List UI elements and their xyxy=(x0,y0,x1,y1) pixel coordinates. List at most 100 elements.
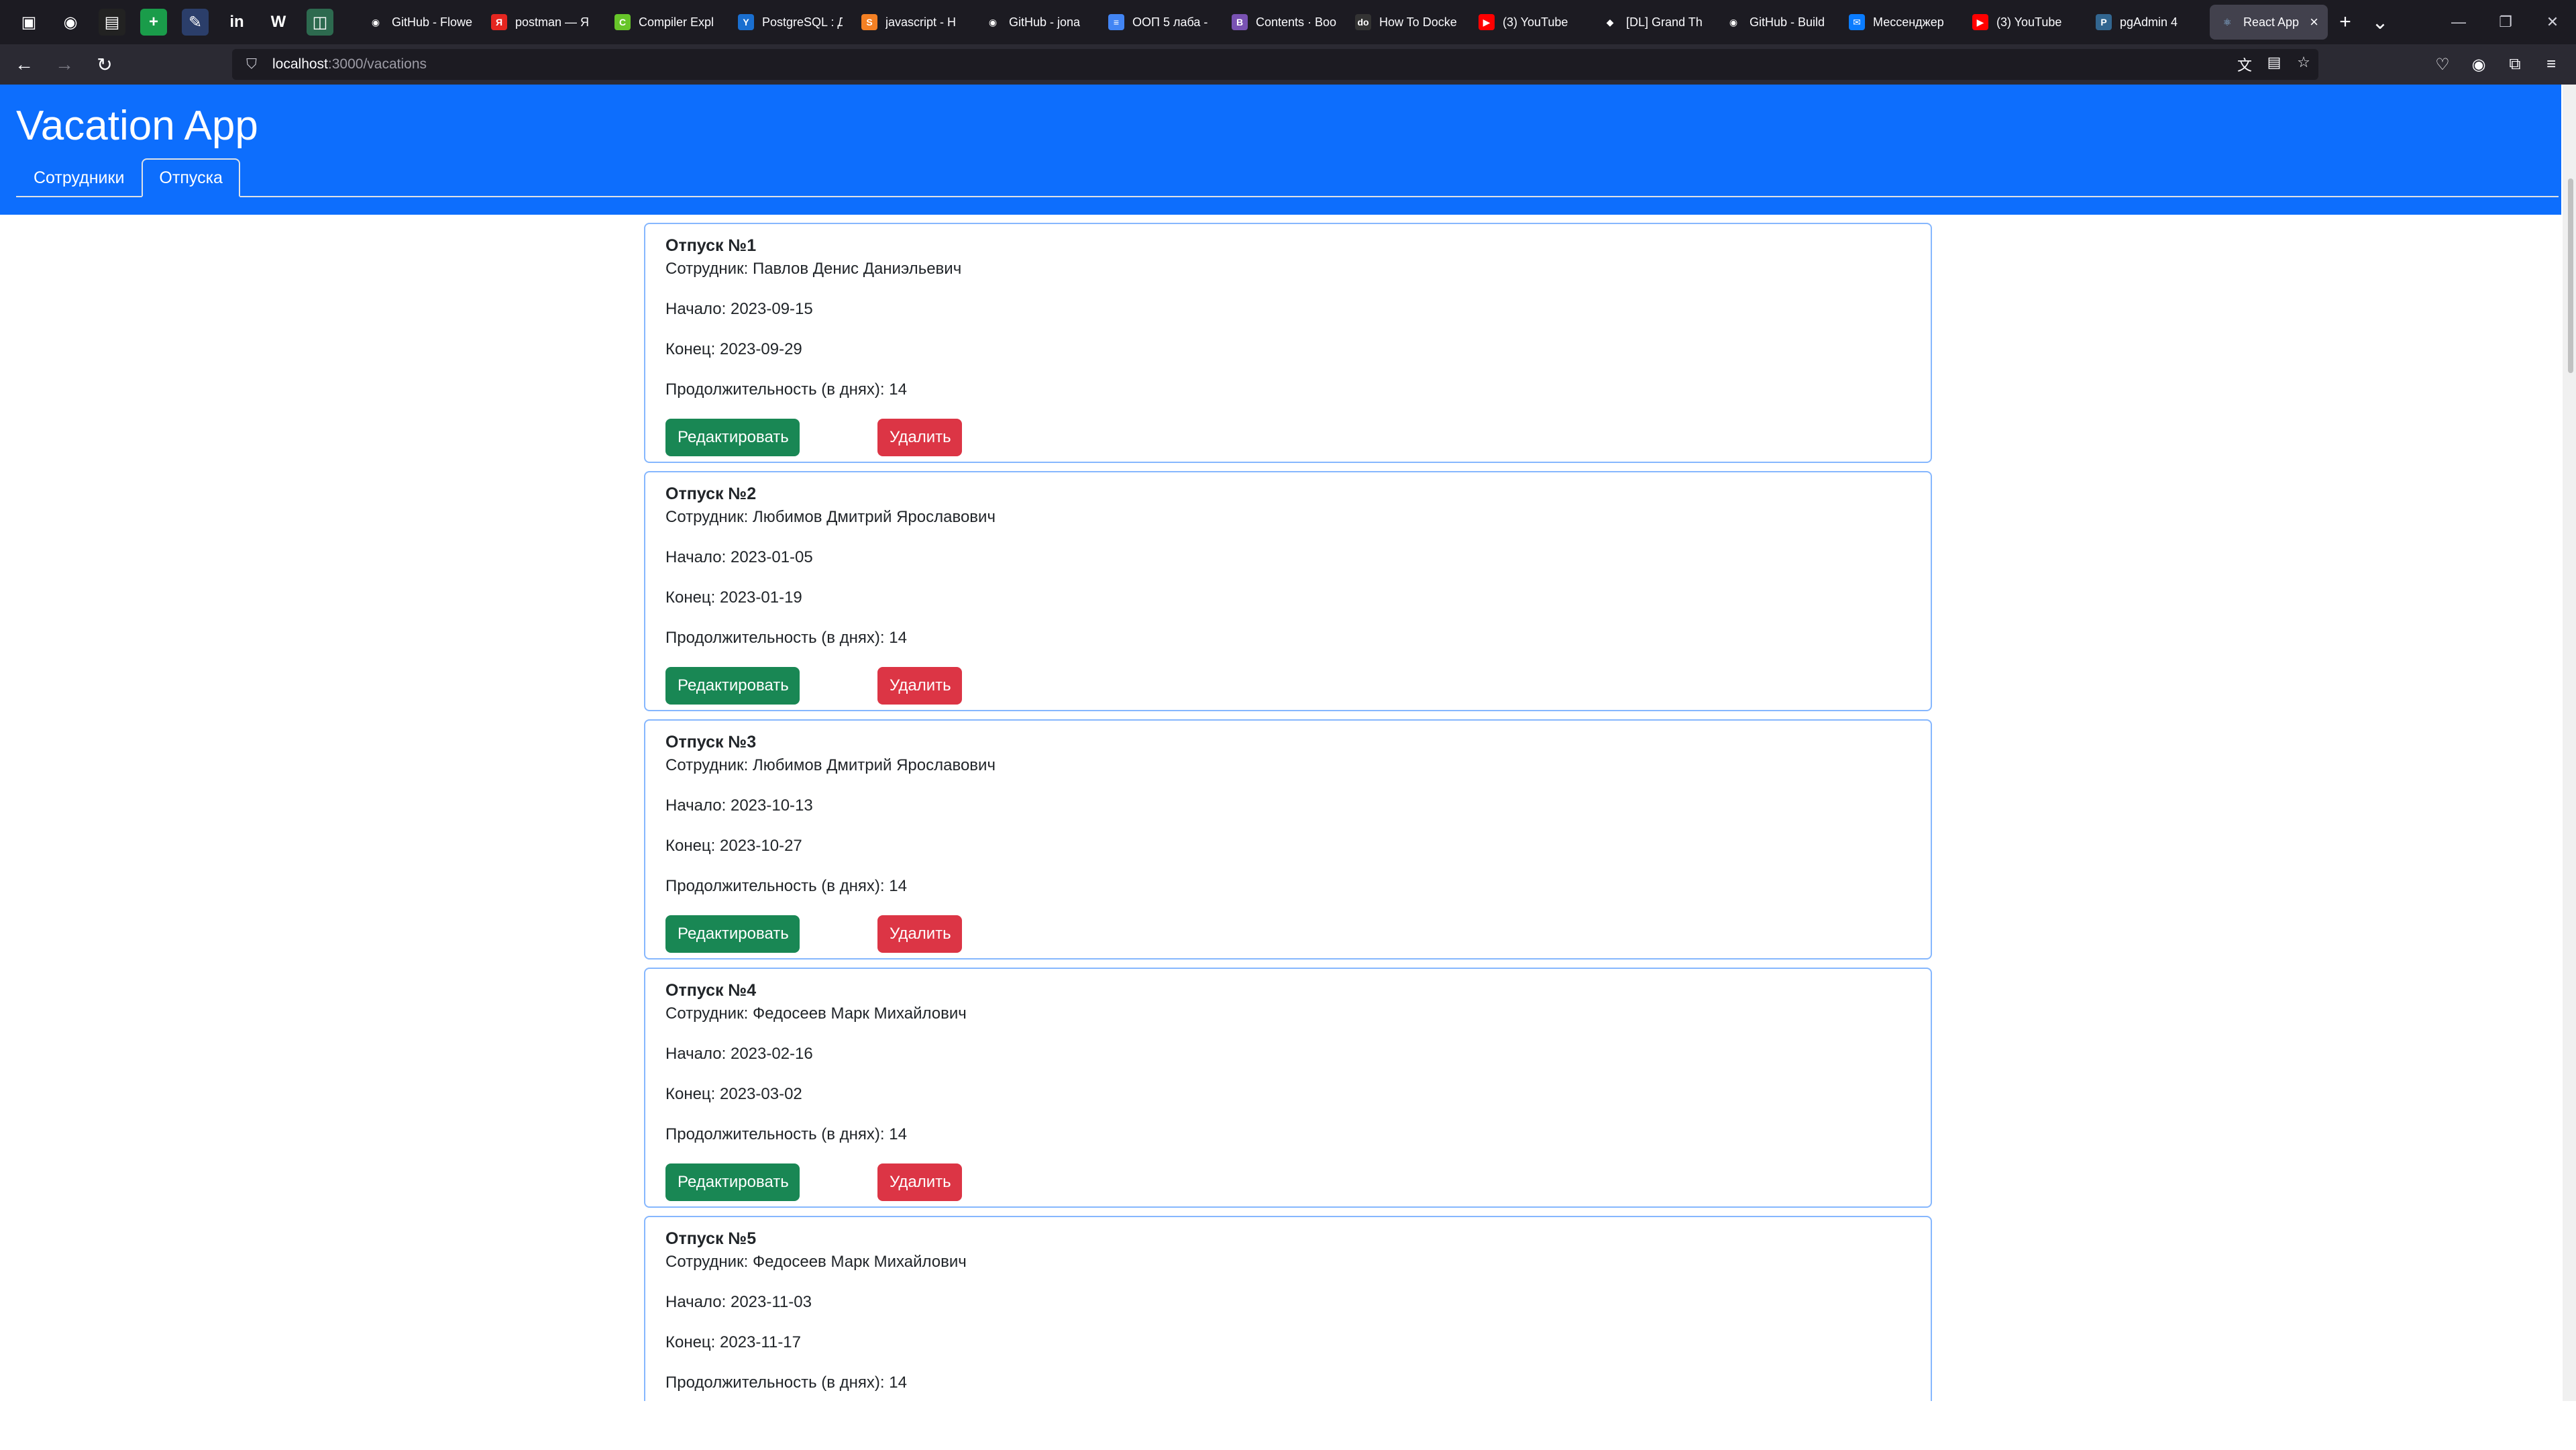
vacation-start: Начало: 2023-02-16 xyxy=(665,1045,813,1063)
chart-icon[interactable]: ◫ xyxy=(307,9,333,36)
github-icon[interactable]: ◉ xyxy=(57,9,84,36)
page-viewport: Vacation App Сотрудники Отпуска Отпуск №1… xyxy=(0,85,2576,1401)
edit-button[interactable]: Редактировать xyxy=(665,667,800,705)
delete-button[interactable]: Удалить xyxy=(877,915,962,953)
pinned-tabs: ▣ ◉ ▤ + ✎ in W ◫ xyxy=(0,0,341,44)
address-bar[interactable]: ⛉ ▯ localhost:3000/vacations 文 ▤ ☆ xyxy=(232,49,2318,1450)
pgadmin-icon: P xyxy=(2096,14,2112,30)
restore-button[interactable]: ❐ xyxy=(2482,0,2529,44)
react-icon: ⚛ xyxy=(2222,16,2232,28)
back-button[interactable]: ← xyxy=(4,44,44,85)
vacation-title: Отпуск №5 xyxy=(665,1229,757,1248)
docs-icon: ≡ xyxy=(1108,14,1124,30)
tab-title: React App xyxy=(2243,15,2300,29)
app-title: Vacation App xyxy=(16,103,258,149)
browser-tab[interactable]: do How To Docke xyxy=(1346,5,1469,40)
tab-title: [DL] Grand Th xyxy=(1626,15,1703,29)
edit-button[interactable]: Редактировать xyxy=(665,1163,800,1201)
browser-tab[interactable]: Y PostgreSQL : Д xyxy=(729,5,852,40)
tab-title: pgAdmin 4 xyxy=(2120,15,2178,29)
delete-button[interactable]: Удалить xyxy=(877,1163,962,1201)
browser-tab[interactable]: ≡ ООП 5 лаба - xyxy=(1099,5,1222,40)
pocket-icon[interactable]: ♡ xyxy=(2424,55,2461,74)
browser-tab-active[interactable]: ⚛ React App × xyxy=(2210,5,2328,40)
bookmark-star-icon[interactable]: ☆ xyxy=(2289,54,2318,75)
browser-tab[interactable]: C Compiler Expl xyxy=(605,5,729,40)
delete-button[interactable]: Удалить xyxy=(877,419,962,456)
vacation-end: Конец: 2023-03-02 xyxy=(665,1085,802,1103)
messenger-icon: ✉ xyxy=(1849,14,1865,30)
nav-tab-employees[interactable]: Сотрудники xyxy=(16,158,142,197)
vacation-employee: Сотрудник: Федосеев Марк Михайлович xyxy=(665,1253,967,1271)
new-tab-button[interactable]: + xyxy=(2328,5,2363,40)
translate-icon[interactable]: 文 xyxy=(2230,54,2259,75)
tab-title: postman — Я xyxy=(515,15,590,29)
vacation-employee: Сотрудник: Павлов Денис Даниэльевич xyxy=(665,260,962,278)
tab-manager-icon[interactable]: ▣ xyxy=(15,9,42,36)
nav-tab-vacations[interactable]: Отпуска xyxy=(142,158,240,197)
vacation-card: Отпуск №5 Сотрудник: Федосеев Марк Михайл… xyxy=(644,1216,1932,1401)
vacation-card: Отпуск №2 Сотрудник: Любимов Дмитрий Ярос… xyxy=(644,471,1932,711)
tab-title: GitHub - jona xyxy=(1009,15,1081,29)
browser-tab[interactable]: Sjavascript - Н xyxy=(852,5,975,40)
menu-icon[interactable]: ≡ xyxy=(2533,55,2569,74)
scrollbar-thumb[interactable] xyxy=(2568,178,2573,373)
close-tab-icon[interactable]: × xyxy=(2310,13,2318,31)
stackoverflow-icon: S xyxy=(861,14,877,30)
forward-button[interactable]: → xyxy=(44,44,85,85)
browser-tab[interactable]: B Contents · Boo xyxy=(1222,5,1346,40)
edit-button[interactable]: Редактировать xyxy=(665,915,800,953)
browser-tab[interactable]: ◉ GitHub - jona xyxy=(975,5,1099,40)
vacation-employee: Сотрудник: Любимов Дмитрий Ярославович xyxy=(665,756,996,774)
vacation-start: Начало: 2023-01-05 xyxy=(665,548,813,566)
minimize-button[interactable]: — xyxy=(2435,0,2482,44)
vacation-duration: Продолжительность (в днях): 14 xyxy=(665,629,907,647)
bootstrap-icon: B xyxy=(1232,14,1248,30)
vacation-end: Конец: 2023-10-27 xyxy=(665,837,802,855)
app-nav-tabs: Сотрудники Отпуска xyxy=(16,158,2559,197)
github-icon: ◉ xyxy=(988,16,998,28)
tab-title: PostgreSQL : Д xyxy=(762,15,843,29)
reload-button[interactable]: ↻ xyxy=(85,44,125,85)
account-icon[interactable]: ◉ xyxy=(2461,55,2497,74)
sheets-icon[interactable]: ▤ xyxy=(99,9,125,36)
close-window-button[interactable]: ✕ xyxy=(2529,0,2576,44)
browser-tab[interactable]: ◉ GitHub - Build xyxy=(1716,5,1839,40)
github-icon: ◉ xyxy=(371,16,380,28)
tab-strip: ◉ GitHub - Flowe Яpostman — Я C Compiler Exp… xyxy=(358,0,2363,44)
edit-icon[interactable]: ✎ xyxy=(182,9,209,36)
browser-tab[interactable]: ✉ Мессенджер xyxy=(1839,5,1963,40)
tab-title: javascript - Н xyxy=(885,15,957,29)
browser-tab[interactable]: ◆ [DL] Grand Th xyxy=(1593,5,1716,40)
reader-icon[interactable]: ▤ xyxy=(2259,54,2289,75)
tab-title: Contents · Boo xyxy=(1256,15,1336,29)
extensions-icon[interactable]: ⧉ xyxy=(2497,55,2533,74)
vacation-card: Отпуск №4 Сотрудник: Федосеев Марк Михайл… xyxy=(644,968,1932,1208)
w-icon[interactable]: W xyxy=(265,9,292,36)
linkedin-icon[interactable]: in xyxy=(223,9,250,36)
tab-title: How To Docke xyxy=(1379,15,1457,29)
shield-icon[interactable]: ⛉ xyxy=(240,56,263,72)
browser-tab[interactable]: PpgAdmin 4 xyxy=(2086,5,2210,40)
vacation-duration: Продолжительность (в днях): 14 xyxy=(665,877,907,895)
browser-tab[interactable]: ◉ GitHub - Flowe xyxy=(358,5,482,40)
vacation-duration: Продолжительность (в днях): 14 xyxy=(665,380,907,399)
browser-tab[interactable]: ▶ (3) YouTube xyxy=(1963,5,2086,40)
vacation-start: Начало: 2023-09-15 xyxy=(665,300,813,318)
vacation-title: Отпуск №3 xyxy=(665,733,757,752)
vacation-duration: Продолжительность (в днях): 14 xyxy=(665,1374,907,1392)
vacation-end: Конец: 2023-01-19 xyxy=(665,588,802,607)
edit-button[interactable]: Редактировать xyxy=(665,419,800,456)
add-icon[interactable]: + xyxy=(140,9,167,36)
delete-button[interactable]: Удалить xyxy=(877,667,962,705)
browser-tab[interactable]: Яpostman — Я xyxy=(482,5,605,40)
page-scrollbar[interactable] xyxy=(2563,85,2576,1401)
tab-title: GitHub - Flowe xyxy=(392,15,472,29)
vacation-title: Отпуск №1 xyxy=(665,236,757,255)
list-all-tabs-button[interactable]: ⌄ xyxy=(2363,5,2398,40)
browser-tab[interactable]: ▶ (3) YouTube xyxy=(1469,5,1593,40)
youtube-icon: ▶ xyxy=(1479,14,1495,30)
vacation-card: Отпуск №3 Сотрудник: Любимов Дмитрий Ярос… xyxy=(644,719,1932,960)
tab-title: (3) YouTube xyxy=(1503,15,1568,29)
browser-nav-bar: ← → ↻ ⛉ ▯ localhost:3000/vacations 文 ▤ ☆… xyxy=(0,44,2576,1450)
